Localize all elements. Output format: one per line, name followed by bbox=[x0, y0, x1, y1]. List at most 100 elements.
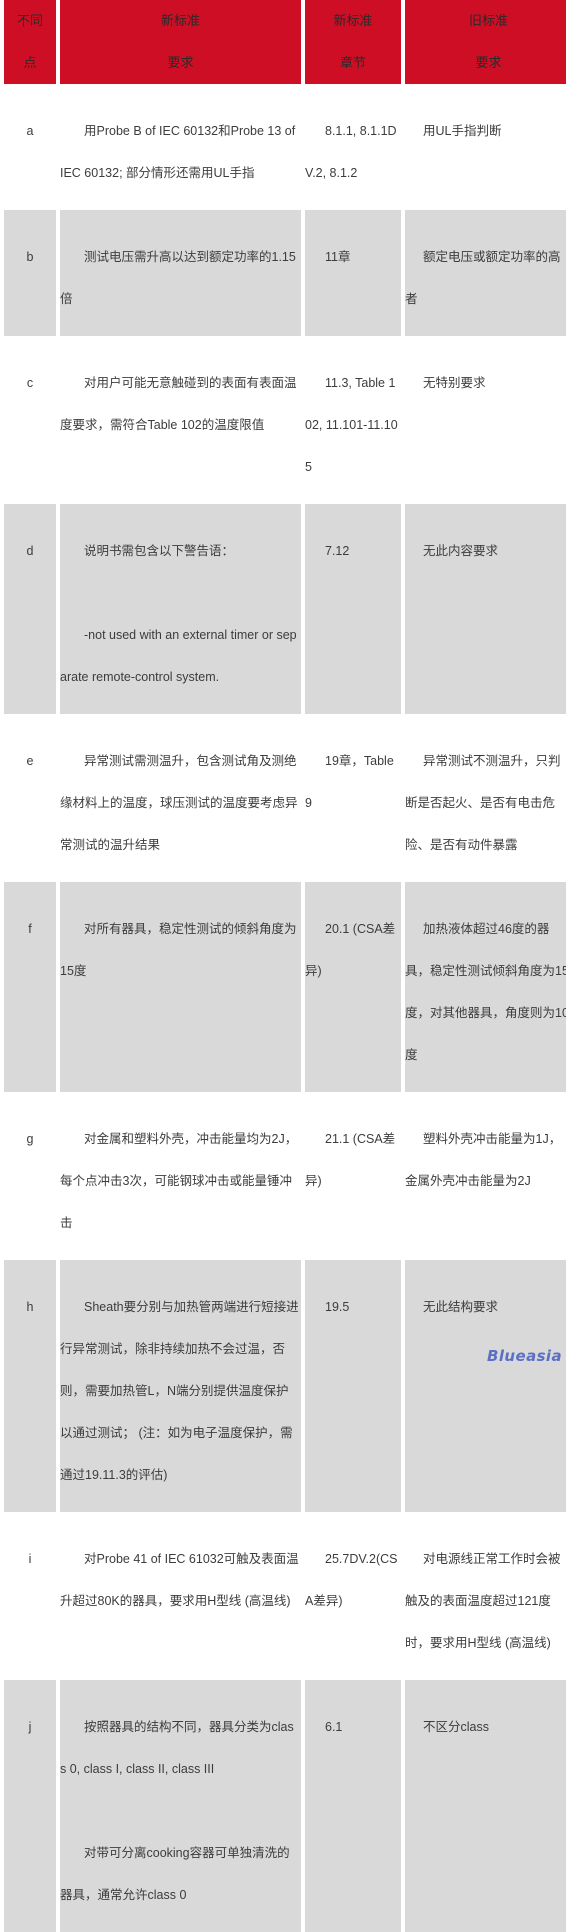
cell-new-clause: 20.1 (CSA差异) bbox=[305, 882, 401, 1092]
cell-old-requirement: 加热液体超过46度的器具，稳定性测试倾斜角度为15度，对其他器具，角度则为10度 bbox=[405, 882, 566, 1092]
paragraph: 20.1 (CSA差异) bbox=[305, 922, 396, 978]
paragraph: 7.12 bbox=[325, 544, 350, 558]
paragraph: 对用户可能无意触碰到的表面有表面温度要求，需符合Table 102的温度限值 bbox=[60, 376, 297, 432]
cell-content: 说明书需包含以下警告语： -not used with an external t… bbox=[60, 504, 299, 714]
table-row: d 说明书需包含以下警告语： -not used with an external … bbox=[4, 504, 566, 714]
header-label-line-1: 新标准 bbox=[160, 13, 200, 28]
header-label-line-2: 要求 bbox=[475, 55, 502, 70]
paragraph: 无此内容要求 bbox=[423, 544, 499, 558]
cell-content: a bbox=[4, 84, 56, 168]
paragraph: 塑料外壳冲击能量为1J，金属外壳冲击能量为2J bbox=[405, 1132, 562, 1188]
cell-new-requirement: 异常测试需测温升，包含测试角及测绝缘材料上的温度，球压测试的温度要考虑异常测试的… bbox=[60, 714, 301, 882]
paragraph: 测试电压需升高以达到额定功率的1.15倍 bbox=[60, 250, 296, 306]
cell-new-requirement: 对金属和塑料外壳，冲击能量均为2J，每个点冲击3次，可能钢球冲击或能量锤冲击 bbox=[60, 1092, 301, 1260]
paragraph: 对金属和塑料外壳，冲击能量均为2J，每个点冲击3次，可能钢球冲击或能量锤冲击 bbox=[60, 1132, 298, 1230]
cell-content: 不区分class bbox=[405, 1680, 566, 1764]
cell-new-requirement: Sheath要分别与加热管两端进行短接进行异常测试，除非持续加热不会过温，否则，… bbox=[60, 1260, 301, 1512]
paragraph: 用Probe B of IEC 60132和Probe 13 of IEC 60… bbox=[60, 124, 296, 180]
table-row: e 异常测试需测温升，包含测试角及测绝缘材料上的温度，球压测试的温度要考虑异常测试… bbox=[4, 714, 566, 882]
cell-content: 加热液体超过46度的器具，稳定性测试倾斜角度为15度，对其他器具，角度则为10度 bbox=[405, 882, 566, 1092]
header-label-line-2: 点 bbox=[23, 55, 37, 70]
cell-content: 对电源线正常工作时会被触及的表面温度超过121度时，要求用H型线 (高温线) bbox=[405, 1512, 566, 1680]
paragraph: 对所有器具，稳定性测试的倾斜角度为15度 bbox=[60, 922, 297, 978]
cell-difference-point: j bbox=[4, 1680, 56, 1932]
table-row: f 对所有器具，稳定性测试的倾斜角度为15度 20.1 (CSA差异) 加热液体超过4… bbox=[4, 882, 566, 1092]
cell-difference-point: c bbox=[4, 336, 56, 504]
cell-content: 19.5 bbox=[305, 1260, 399, 1344]
cell-content: 8.1.1, 8.1.1DV.2, 8.1.2 bbox=[305, 84, 399, 210]
table-row: a 用Probe B of IEC 60132和Probe 13 of IEC 6… bbox=[4, 84, 566, 210]
standards-comparison-table: 不同 点 新标准 要求 新标准 章节 旧标准 要求 a 用Probe B of I… bbox=[0, 0, 566, 1932]
cell-content: 用Probe B of IEC 60132和Probe 13 of IEC 60… bbox=[60, 84, 299, 210]
cell-difference-point: g bbox=[4, 1092, 56, 1260]
paragraph: Sheath要分别与加热管两端进行短接进行异常测试，除非持续加热不会过温，否则，… bbox=[60, 1300, 299, 1482]
paragraph: 11.3, Table 102, 11.101-11.105 bbox=[305, 376, 398, 474]
cell-new-clause: 11.3, Table 102, 11.101-11.105 bbox=[305, 336, 401, 504]
cell-new-clause: 7.12 bbox=[305, 504, 401, 714]
cell-new-requirement: 对Probe 41 of IEC 61032可触及表面温升超过80K的器具，要求… bbox=[60, 1512, 301, 1680]
cell-content: 无特别要求 bbox=[405, 336, 566, 420]
cell-difference-point: a bbox=[4, 84, 56, 210]
cell-content: 对金属和塑料外壳，冲击能量均为2J，每个点冲击3次，可能钢球冲击或能量锤冲击 bbox=[60, 1092, 299, 1260]
paragraph: 25.7DV.2(CSA差异) bbox=[305, 1552, 398, 1608]
cell-content: e bbox=[4, 714, 56, 798]
cell-content: 按照器具的结构不同，器具分类为class 0, class I, class I… bbox=[60, 1680, 299, 1932]
cell-content: 11.3, Table 102, 11.101-11.105 bbox=[305, 336, 399, 504]
cell-new-requirement: 对用户可能无意触碰到的表面有表面温度要求，需符合Table 102的温度限值 bbox=[60, 336, 301, 504]
cell-old-requirement: 异常测试不测温升，只判断是否起火、是否有电击危险、是否有动件暴露 bbox=[405, 714, 566, 882]
cell-content: Sheath要分别与加热管两端进行短接进行异常测试，除非持续加热不会过温，否则，… bbox=[60, 1260, 299, 1512]
paragraph: 按照器具的结构不同，器具分类为class 0, class I, class I… bbox=[60, 1720, 294, 1776]
cell-new-clause: 19.5 bbox=[305, 1260, 401, 1512]
paragraph: 不区分class bbox=[423, 1720, 489, 1734]
cell-new-clause: 25.7DV.2(CSA差异) bbox=[305, 1512, 401, 1680]
header-label-line-1: 旧标准 bbox=[468, 13, 508, 28]
header-cell-new-clause: 新标准 章节 bbox=[305, 0, 401, 84]
header-cell-new-requirement: 新标准 要求 bbox=[60, 0, 301, 84]
cell-content: 25.7DV.2(CSA差异) bbox=[305, 1512, 399, 1638]
cell-new-requirement: 按照器具的结构不同，器具分类为class 0, class I, class I… bbox=[60, 1680, 301, 1932]
cell-old-requirement: 不区分class bbox=[405, 1680, 566, 1932]
paragraph: 对Probe 41 of IEC 61032可触及表面温升超过80K的器具，要求… bbox=[60, 1552, 299, 1608]
cell-old-requirement: 用UL手指判断 bbox=[405, 84, 566, 210]
cell-difference-point: h bbox=[4, 1260, 56, 1512]
header-row: 不同 点 新标准 要求 新标准 章节 旧标准 要求 bbox=[4, 0, 566, 84]
cell-new-clause: 21.1 (CSA差异) bbox=[305, 1092, 401, 1260]
cell-difference-point: e bbox=[4, 714, 56, 882]
cell-new-requirement: 对所有器具，稳定性测试的倾斜角度为15度 bbox=[60, 882, 301, 1092]
header-label-line-2: 章节 bbox=[339, 55, 366, 70]
header-label-line-1: 新标准 bbox=[333, 13, 373, 28]
cell-content: 用UL手指判断 bbox=[405, 84, 566, 168]
cell-content: d bbox=[4, 504, 56, 588]
cell-old-requirement: 无此内容要求 bbox=[405, 504, 566, 714]
paragraph: 说明书需包含以下警告语： bbox=[84, 544, 235, 558]
paragraph: 额定电压或额定功率的高者 bbox=[405, 250, 561, 306]
cell-content: 11章 bbox=[305, 210, 399, 294]
paragraph: 对带可分离cooking容器可单独清洗的器具，通常允许class 0 bbox=[60, 1846, 290, 1902]
cell-content: 21.1 (CSA差异) bbox=[305, 1092, 399, 1218]
table-row: h Sheath要分别与加热管两端进行短接进行异常测试，除非持续加热不会过温，否则… bbox=[4, 1260, 566, 1512]
table-body: a 用Probe B of IEC 60132和Probe 13 of IEC 6… bbox=[4, 84, 566, 1932]
cell-content: 对用户可能无意触碰到的表面有表面温度要求，需符合Table 102的温度限值 bbox=[60, 336, 299, 462]
table-row: c 对用户可能无意触碰到的表面有表面温度要求，需符合Table 102的温度限值 1… bbox=[4, 336, 566, 504]
paragraph: 加热液体超过46度的器具，稳定性测试倾斜角度为15度，对其他器具，角度则为10度 bbox=[405, 922, 566, 1062]
header-label-line-1: 不同 bbox=[16, 13, 43, 28]
cell-new-clause: 19章，Table 9 bbox=[305, 714, 401, 882]
cell-content: g bbox=[4, 1092, 56, 1176]
cell-content: 无此内容要求 bbox=[405, 504, 566, 588]
cell-content: 7.12 bbox=[305, 504, 399, 588]
paragraph: 19.5 bbox=[325, 1300, 350, 1314]
cell-old-requirement: 无特别要求 bbox=[405, 336, 566, 504]
cell-content: h bbox=[4, 1260, 56, 1344]
cell-content: 无此结构要求 bbox=[405, 1260, 566, 1344]
cell-content: c bbox=[4, 336, 56, 420]
paragraph: 8.1.1, 8.1.1DV.2, 8.1.2 bbox=[305, 124, 397, 180]
paragraph: b bbox=[26, 250, 34, 264]
cell-difference-point: b bbox=[4, 210, 56, 336]
paragraph: 11章 bbox=[325, 250, 351, 264]
cell-content: 额定电压或额定功率的高者 bbox=[405, 210, 566, 336]
cell-content: 异常测试不测温升，只判断是否起火、是否有电击危险、是否有动件暴露 bbox=[405, 714, 566, 882]
paragraph: 无特别要求 bbox=[423, 376, 486, 390]
cell-difference-point: f bbox=[4, 882, 56, 1092]
paragraph: f bbox=[28, 922, 32, 936]
